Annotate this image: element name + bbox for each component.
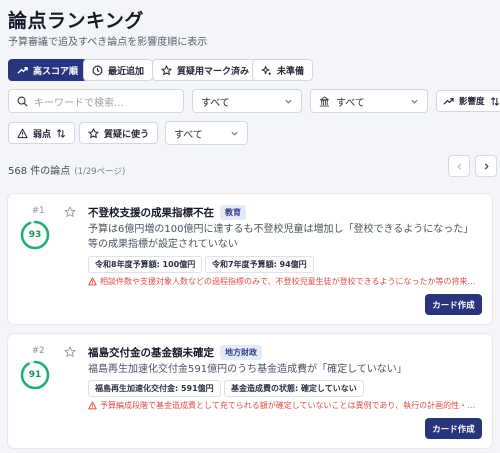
weakness-sort-label: 弱点 [33, 129, 52, 140]
issue-card[interactable]: #1 93 不登校支援の成果指標不在 教育 予算は6億円増の100億円に達するも不… [8, 194, 492, 324]
card-title: 不登校支援の成果指標不在 教育 [88, 205, 246, 220]
chevron-down-icon [231, 131, 238, 136]
clock-icon [92, 65, 103, 75]
prev-page-button[interactable] [448, 155, 470, 177]
create-card-button[interactable]: カード作成 [425, 294, 482, 315]
budget-pill: 令和7年度予算額: 94億円 [205, 256, 314, 273]
card-title: 福島交付金の基金額未確定 地方財政 [88, 345, 262, 360]
sort-tab-unprepared[interactable]: 未準備 [252, 59, 314, 81]
chevron-down-icon [285, 99, 292, 104]
search-input[interactable]: キーワードで検索... [8, 89, 184, 113]
page-title: 論点ランキング [8, 10, 144, 32]
warning-icon [88, 401, 97, 410]
issue-card[interactable]: #2 91 福島交付金の基金額未確定 地方財政 福島再生加速化交付金591億円のう… [8, 334, 492, 448]
sparkle-icon [261, 65, 272, 75]
warning-text: 予算編成段階で基金造成費として充てられる額が確定していないことは異例であり、執行… [99, 401, 482, 410]
use-select[interactable]: すべて [165, 121, 248, 145]
budget-pill: 令和8年度予算額: 100億円 [88, 256, 203, 273]
page-subtitle: 予算審議で追及すべき論点を影響度順に表示 [8, 37, 208, 48]
star-icon [161, 64, 172, 75]
bookmark-star-icon[interactable] [64, 346, 76, 358]
building-icon [319, 95, 330, 107]
category-select-value: すべて [201, 97, 230, 109]
budget-pill: 基金造成費の状態: 確定していない [224, 380, 364, 397]
chevron-left-icon [456, 162, 461, 170]
card-title-text: 不登校支援の成果指標不在 [88, 207, 214, 219]
star-icon [88, 127, 99, 138]
sort-tab-label: 質疑用マーク済み [177, 66, 250, 77]
ministry-select-value: すべて [336, 97, 365, 109]
score-value: 93 [28, 230, 42, 240]
results-page-text: (1/29ページ) [74, 167, 126, 177]
use-in-question-filter[interactable]: 質疑に使う [79, 122, 159, 144]
category-tag: 教育 [220, 205, 246, 220]
search-placeholder: キーワードで検索... [34, 97, 124, 109]
impact-sort-button[interactable]: 影響度 [436, 90, 500, 112]
results-count-text: 568 件の論点 [8, 166, 71, 177]
chevron-down-icon [411, 99, 418, 104]
trend-up-icon [443, 97, 454, 105]
chevron-right-icon [484, 162, 489, 170]
score-value: 91 [28, 370, 42, 380]
warning-text: 相談件数や支援対象人数などの過程指標のみで、不登校児童生徒が登校できるようになっ… [99, 277, 482, 286]
ministry-select[interactable]: すべて [310, 89, 428, 113]
card-title-text: 福島交付金の基金額未確定 [88, 347, 214, 359]
warning-line: 相談件数や支援対象人数などの過程指標のみで、不登校児童生徒が登校できるようになっ… [88, 276, 482, 287]
use-in-question-label: 質疑に使う [104, 129, 150, 140]
rank-label: #2 [32, 346, 45, 356]
trend-up-icon [17, 66, 28, 74]
budget-pill: 福島再生加速化交付金: 591億円 [88, 380, 221, 397]
search-icon [17, 96, 28, 107]
results-count: 568 件の論点 (1/29ページ) [8, 162, 125, 177]
next-page-button[interactable] [475, 155, 497, 177]
impact-sort-label: 影響度 [459, 97, 485, 107]
use-select-value: すべて [174, 129, 203, 141]
category-select[interactable]: すべて [192, 89, 302, 113]
sort-arrows-icon [56, 128, 66, 138]
warning-line: 予算編成段階で基金造成費として充てられる額が確定していないことは異例であり、執行… [88, 400, 482, 411]
sort-arrows-icon [490, 96, 499, 106]
warning-icon [88, 277, 97, 286]
sort-tab-high-score[interactable]: 高スコア順 [8, 59, 88, 81]
sort-tab-marked[interactable]: 質疑用マーク済み [152, 59, 259, 81]
create-card-button[interactable]: カード作成 [425, 418, 482, 439]
sort-tab-recent[interactable]: 最近追加 [83, 59, 154, 81]
rank-label: #1 [32, 206, 45, 216]
bookmark-star-icon[interactable] [64, 206, 76, 218]
card-description: 福島再生加速化交付金591億円のうち基金造成費が「確定していない」 [88, 364, 407, 375]
sort-tab-label: 未準備 [277, 66, 305, 77]
card-description: 予算は6億円増の100億円に達するも不登校児童は増加し「登校できるようになった」… [88, 224, 474, 250]
weakness-sort-button[interactable]: 弱点 [8, 122, 76, 144]
sort-tab-label: 最近追加 [108, 66, 145, 77]
sort-tab-label: 高スコア順 [33, 66, 79, 77]
warning-icon [17, 128, 28, 138]
category-tag: 地方財政 [220, 345, 262, 360]
